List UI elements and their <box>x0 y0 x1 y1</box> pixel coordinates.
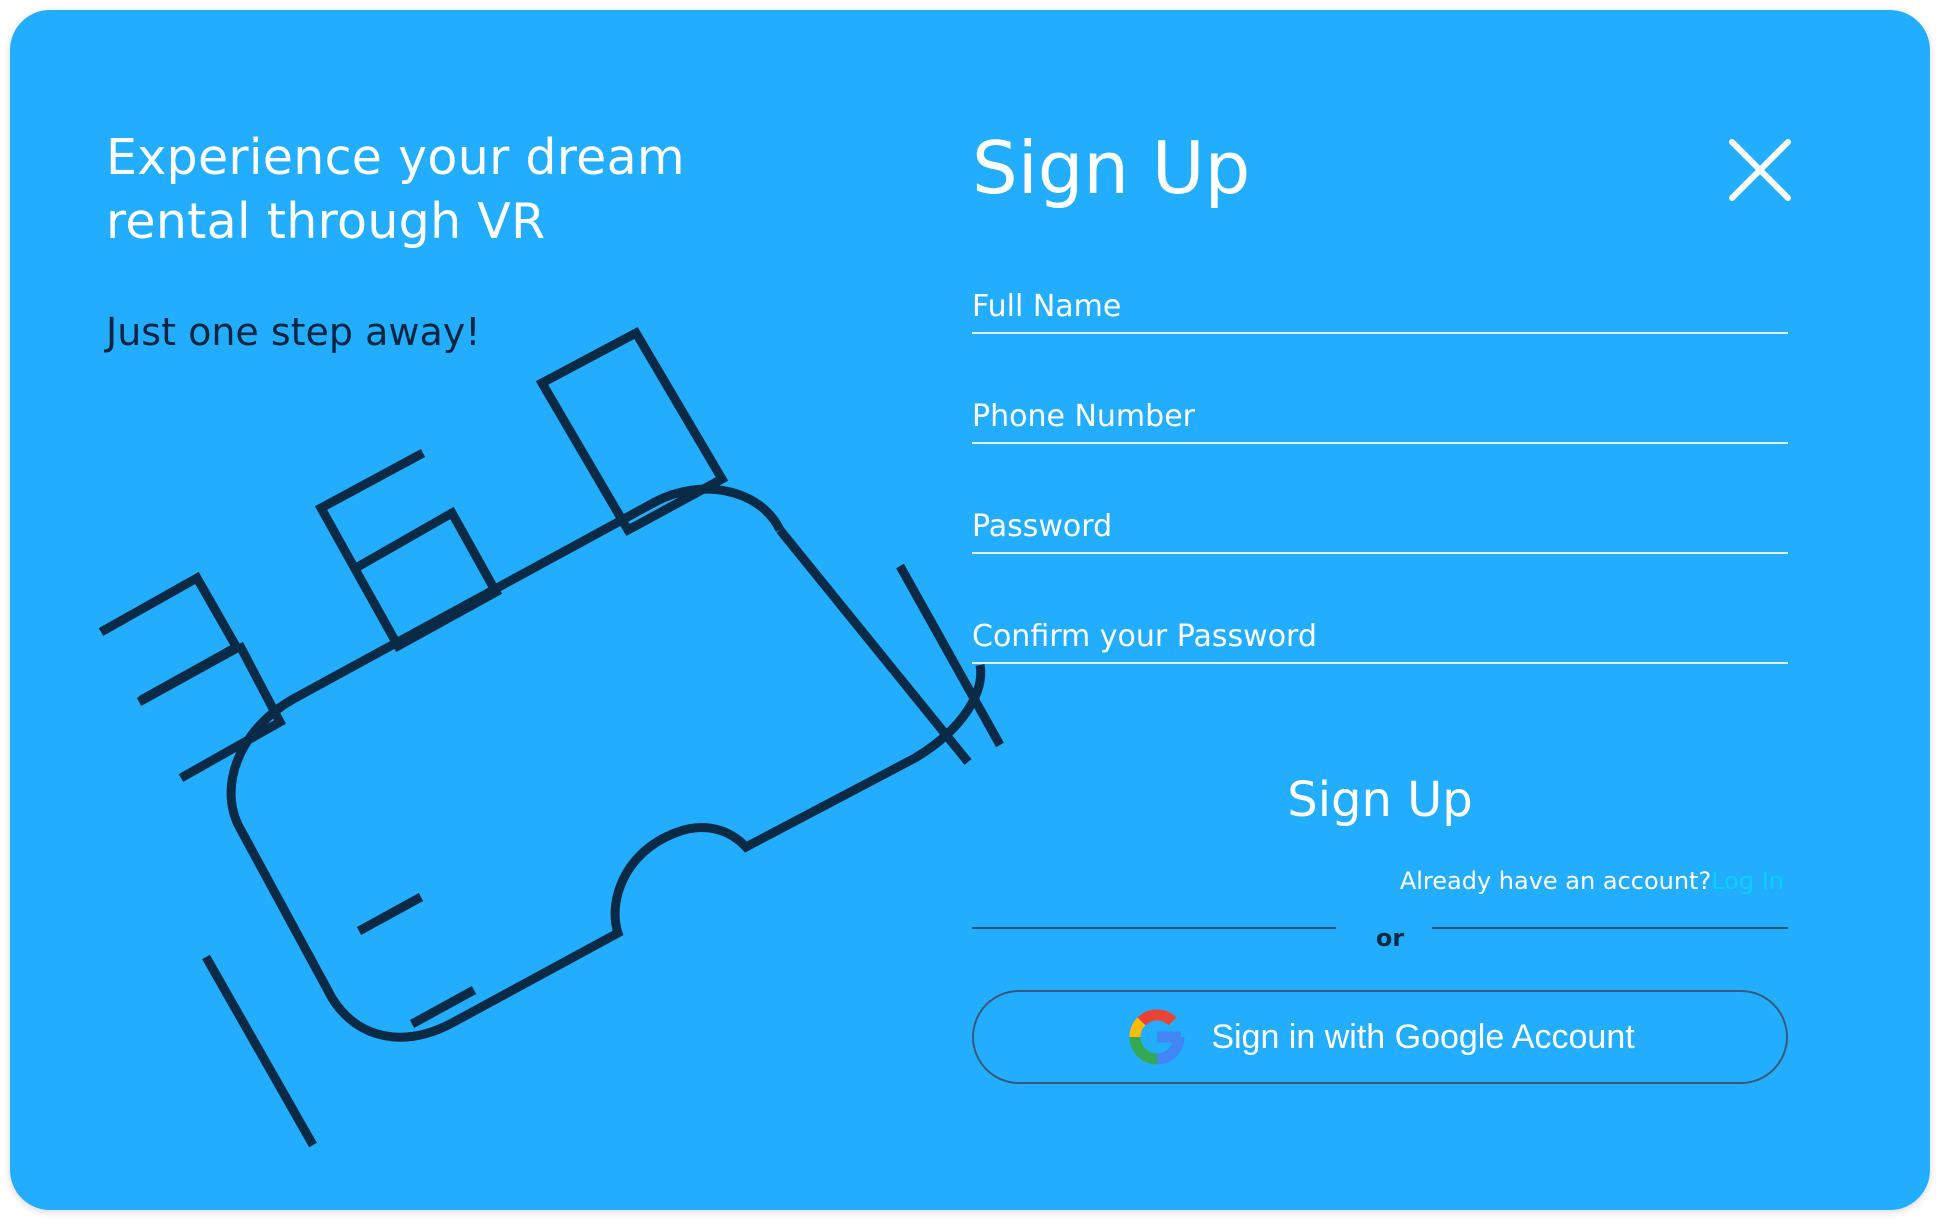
password-input[interactable] <box>972 502 1788 550</box>
vr-headset-strap-left <box>202 954 317 1148</box>
vr-headset-front-edge <box>776 527 972 765</box>
hero-headline-line1: Experience your dream <box>106 129 685 186</box>
hero-headline-line2: rental through VR <box>106 193 546 250</box>
divider-line-right <box>1432 927 1788 929</box>
login-prompt: Already have an account?Log In <box>1400 867 1784 895</box>
phone-number-field <box>972 392 1788 444</box>
divider-or: or <box>1375 924 1405 952</box>
vr-headset-mark-1 <box>356 893 424 935</box>
signup-title: Sign Up <box>972 126 1251 210</box>
signup-button[interactable]: Sign Up <box>1180 760 1580 840</box>
full-name-field <box>972 282 1788 334</box>
password-field <box>972 502 1788 554</box>
hero-headline: Experience your dream rental through VR <box>106 126 685 254</box>
close-icon[interactable] <box>1726 136 1794 204</box>
full-name-input[interactable] <box>972 282 1788 330</box>
hero-tagline: Just one step away! <box>106 310 481 354</box>
login-prompt-text: Already have an account? <box>1399 867 1712 895</box>
vr-headset-body <box>226 484 986 1042</box>
signup-modal: Experience your dream rental through VR … <box>10 10 1930 1210</box>
digit-6-icon <box>314 449 503 653</box>
divider-line-left <box>972 927 1336 929</box>
vr-headset-mark-2 <box>409 986 477 1028</box>
digit-0-icon <box>535 327 729 537</box>
phone-number-input[interactable] <box>972 392 1788 440</box>
google-button-label: Sign in with Google Account <box>1211 1017 1635 1056</box>
digit-3-bottom-stroke <box>178 641 287 782</box>
google-logo-icon <box>1129 1009 1185 1065</box>
digit-3-middle-stroke <box>138 641 243 704</box>
digit-3-icon <box>98 571 244 706</box>
google-signin-button[interactable]: Sign in with Google Account <box>972 990 1788 1084</box>
confirm-password-input[interactable] <box>972 612 1788 660</box>
confirm-password-field <box>972 612 1788 664</box>
login-link[interactable]: Log In <box>1711 867 1784 895</box>
